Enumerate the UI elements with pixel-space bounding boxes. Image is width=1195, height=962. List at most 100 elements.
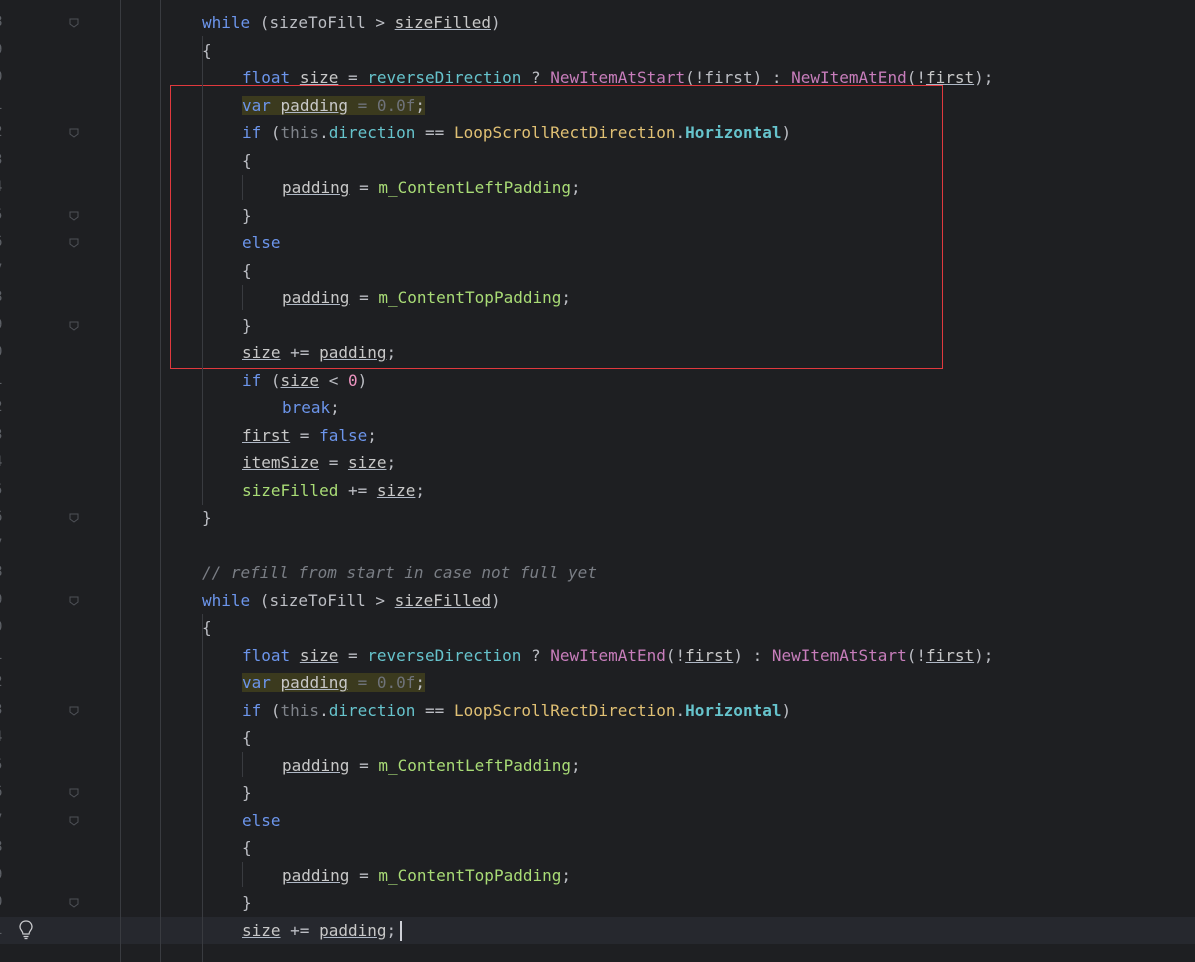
line-number: 1 [0, 642, 6, 670]
fold-marker-icon[interactable] [68, 595, 80, 607]
code-line[interactable]: 7 [0, 532, 1195, 560]
code-line[interactable]: 7 else [0, 807, 1195, 835]
code-text: } [202, 508, 212, 527]
fold-marker-icon[interactable] [68, 237, 80, 249]
fold-marker-icon[interactable] [68, 127, 80, 139]
code-line[interactable]: 9 padding = m_ContentTopPadding; [0, 862, 1195, 890]
line-number: 3 [0, 422, 6, 450]
fold-marker-icon[interactable] [68, 705, 80, 717]
line-number: 2 [0, 119, 6, 147]
line-number: 1 [0, 917, 6, 945]
code-line[interactable]: 8 // refill from start in case not full y… [0, 559, 1195, 587]
line-number: 3 [0, 697, 6, 725]
line-number: 5 [0, 202, 6, 230]
code-text: padding = m_ContentLeftPadding; [282, 755, 581, 775]
line-number: 4 [0, 174, 6, 202]
code-line[interactable]: 5 padding = m_ContentLeftPadding; [0, 752, 1195, 780]
fold-marker-icon[interactable] [68, 320, 80, 332]
line-number: 6 [0, 779, 6, 807]
code-text: // refill from start in case not full ye… [202, 563, 597, 582]
line-number: 2 [0, 394, 6, 422]
line-number: 5 [0, 477, 6, 505]
line-number: 8 [0, 559, 6, 587]
indent-guide [242, 752, 243, 777]
code-text: else [242, 810, 281, 830]
selection-highlight-box [170, 85, 943, 369]
indent-guide [202, 36, 203, 505]
code-line[interactable]: 8{ [0, 834, 1195, 862]
indent-guide [242, 175, 243, 200]
code-text: padding = m_ContentTopPadding; [282, 865, 572, 885]
line-number: 0 [0, 64, 6, 92]
code-line[interactable]: 6} [0, 504, 1195, 532]
code-text: sizeFilled += size; [242, 480, 426, 500]
code-line[interactable]: 4 itemSize = size; [0, 449, 1195, 477]
code-line[interactable]: 1 size += padding; [0, 916, 1195, 945]
line-number: 0 [0, 614, 6, 642]
text-caret [400, 920, 402, 941]
code-line[interactable]: 1 float size = reverseDirection ? NewItem… [0, 642, 1195, 670]
code-text: { [202, 618, 212, 637]
line-number: 1 [0, 92, 6, 120]
code-line[interactable]: 3 if (this.direction == LoopScrollRectDir… [0, 697, 1195, 725]
line-number: 0 [0, 339, 6, 367]
line-number: 1 [0, 367, 6, 395]
line-number: 7 [0, 807, 6, 835]
code-line[interactable]: 2 var padding = 0.0f; [0, 669, 1195, 697]
indent-guide [242, 862, 243, 887]
code-line[interactable]: 9{ [0, 37, 1195, 65]
line-number: 3 [0, 147, 6, 175]
code-line[interactable]: 2 break; [0, 394, 1195, 422]
line-number: 9 [0, 312, 6, 340]
code-text: } [242, 783, 252, 802]
code-text: float size = reverseDirection ? NewItemA… [242, 645, 994, 665]
line-number: 7 [0, 257, 6, 285]
line-number: 5 [0, 752, 6, 780]
indent-guide [202, 614, 203, 962]
code-text: } [242, 893, 252, 912]
code-text: { [202, 40, 212, 60]
code-text: first = false; [242, 425, 377, 445]
code-editor[interactable]: 8while (sizeToFill > sizeFilled)9{0float… [0, 0, 1195, 962]
line-number: 9 [0, 862, 6, 890]
code-line[interactable]: 9 while (sizeToFill > sizeFilled) [0, 587, 1195, 615]
code-text: while (sizeToFill > sizeFilled) [202, 13, 501, 32]
line-number: 6 [0, 229, 6, 257]
fold-marker-icon[interactable] [68, 17, 80, 29]
line-number: 8 [0, 284, 6, 312]
fold-marker-icon[interactable] [68, 815, 80, 827]
line-number: 8 [0, 834, 6, 862]
line-number: 4 [0, 724, 6, 752]
code-text: while (sizeToFill > sizeFilled) [202, 590, 501, 610]
code-line[interactable]: 0{ [0, 614, 1195, 642]
fold-marker-icon[interactable] [68, 897, 80, 909]
line-number: 2 [0, 669, 6, 697]
lightbulb-icon[interactable] [18, 920, 34, 940]
fold-marker-icon[interactable] [68, 787, 80, 799]
line-number: 9 [0, 587, 6, 615]
line-number: 7 [0, 532, 6, 560]
code-text: { [242, 728, 252, 747]
code-text: if (size < 0) [242, 370, 368, 390]
code-line[interactable]: 0} [0, 889, 1195, 917]
code-line[interactable]: 8 while (sizeToFill > sizeFilled) [0, 9, 1195, 37]
indent-guide [120, 0, 121, 962]
code-line[interactable]: 6} [0, 779, 1195, 807]
code-line[interactable]: 5 sizeFilled += size; [0, 477, 1195, 505]
fold-marker-icon[interactable] [68, 210, 80, 222]
code-text: itemSize = size; [242, 453, 397, 472]
code-text: size += padding; [242, 920, 397, 940]
indent-guide [160, 0, 161, 962]
code-text: if (this.direction == LoopScrollRectDire… [242, 700, 792, 720]
code-line[interactable]: 4{ [0, 724, 1195, 752]
code-text: break; [282, 398, 340, 417]
line-number: 4 [0, 449, 6, 477]
line-number: 8 [0, 9, 6, 37]
line-number: 9 [0, 37, 6, 65]
code-line[interactable]: 1 if (size < 0) [0, 367, 1195, 395]
code-line[interactable]: 3 first = false; [0, 422, 1195, 450]
code-text: { [242, 838, 252, 857]
line-number: 6 [0, 504, 6, 532]
code-text: var padding = 0.0f; [242, 673, 426, 692]
fold-marker-icon[interactable] [68, 512, 80, 524]
